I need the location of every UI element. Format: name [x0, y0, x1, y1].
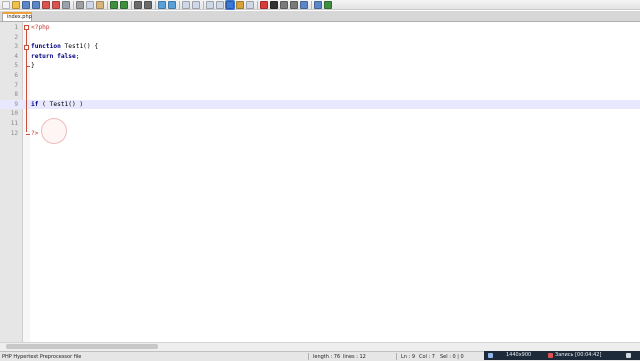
toolbar-separator: [155, 0, 156, 9]
line-number: 1: [14, 24, 18, 31]
toolbar-separator: [311, 0, 312, 9]
user-language-icon[interactable]: [236, 0, 244, 9]
toolbar-separator: [73, 0, 74, 9]
save-icon[interactable]: [22, 0, 30, 9]
code-text: function Test1() {: [31, 42, 98, 52]
code-token: <?php: [31, 24, 50, 31]
doc-map-icon[interactable]: [246, 0, 254, 9]
line-number: 8: [14, 91, 18, 99]
line-number: 10: [10, 110, 18, 118]
close-all-icon[interactable]: [52, 0, 60, 9]
code-line[interactable]: 5}: [0, 61, 640, 71]
code-token: function: [31, 43, 61, 51]
toolbar-separator: [257, 0, 258, 9]
code-line[interactable]: 11: [0, 119, 640, 129]
code-text: <?php: [31, 23, 50, 33]
record-icon: [548, 353, 553, 358]
redo-icon[interactable]: [120, 0, 128, 9]
sync-vertical-icon[interactable]: [182, 0, 190, 9]
code-line[interactable]: 4 return false;: [0, 52, 640, 62]
tab-bar: index.php: [0, 11, 640, 22]
record-macro-icon[interactable]: [260, 0, 268, 9]
spell-check-icon[interactable]: [314, 0, 322, 9]
cursor-highlight: [41, 118, 67, 144]
find-icon[interactable]: [134, 0, 142, 9]
open-file-icon[interactable]: [12, 0, 20, 9]
settings-icon[interactable]: [626, 353, 631, 358]
sync-horizontal-icon[interactable]: [192, 0, 200, 9]
line-number: 9: [14, 100, 18, 108]
code-token: Test1() {: [60, 43, 99, 51]
code-line[interactable]: 6: [0, 71, 640, 81]
tab-label: index.php: [7, 14, 32, 20]
code-text: ?>: [31, 129, 38, 139]
copy-icon[interactable]: [86, 0, 94, 9]
new-file-icon[interactable]: [2, 0, 10, 9]
replace-icon[interactable]: [144, 0, 152, 9]
code-text: return false;: [31, 52, 79, 62]
code-line[interactable]: 7: [0, 81, 640, 91]
fold-end-function: [26, 66, 30, 68]
play-macro-icon[interactable]: [280, 0, 288, 9]
print-icon[interactable]: [62, 0, 70, 9]
toolbar-separator: [203, 0, 204, 9]
line-number: 3: [14, 43, 18, 51]
code-line[interactable]: 1 <?php: [0, 23, 640, 33]
code-line[interactable]: 9 if ( Test1() ): [0, 99, 640, 110]
stop-record-icon[interactable]: [270, 0, 278, 9]
main-toolbar: [0, 0, 640, 10]
plugin-icon[interactable]: [324, 0, 332, 9]
status-divider: [308, 353, 309, 360]
code-line[interactable]: 2: [0, 33, 640, 43]
code-token: false: [57, 52, 76, 60]
scrollbar-thumb[interactable]: [6, 344, 158, 349]
toolbar-separator: [107, 0, 108, 9]
fold-box-function[interactable]: [24, 44, 29, 50]
code-token: }: [31, 62, 35, 70]
toolbar-separator: [179, 0, 180, 9]
code-token: ?>: [31, 129, 39, 137]
recording-timer: Запись [00:04:42]: [555, 352, 602, 358]
code-line[interactable]: 12 ?>: [0, 129, 640, 139]
resolution-label: 1440x900: [506, 352, 532, 358]
code-token: ( Test1() ): [38, 100, 84, 108]
zoom-in-icon[interactable]: [158, 0, 166, 9]
code-token: ;: [75, 52, 80, 60]
line-number: 2: [14, 33, 18, 41]
line-number: 5: [14, 62, 18, 70]
recorder-tray: 1440x900 Запись [00:04:42]: [484, 351, 640, 360]
save-macro-icon[interactable]: [300, 0, 308, 9]
close-icon[interactable]: [42, 0, 50, 9]
toolbar-separator: [131, 0, 132, 9]
code-text: if ( Test1() ): [31, 100, 83, 110]
tab-index-php[interactable]: index.php: [2, 12, 32, 21]
line-number: 6: [14, 72, 18, 79]
undo-icon[interactable]: [110, 0, 118, 9]
code-line[interactable]: 3 function Test1() {: [0, 42, 640, 52]
monitor-icon: [488, 353, 493, 358]
show-all-chars-icon[interactable]: [216, 0, 224, 9]
save-all-icon[interactable]: [32, 0, 40, 9]
line-number: 4: [14, 52, 18, 60]
status-divider: [396, 353, 397, 360]
indent-guide-icon[interactable]: [225, 0, 235, 10]
paste-icon[interactable]: [96, 0, 104, 9]
play-multiple-icon[interactable]: [290, 0, 298, 9]
line-number: 12: [10, 129, 18, 137]
code-editor[interactable]: 1 <?php 2 3 function Test1() { 4 return false;…: [0, 22, 640, 342]
code-line[interactable]: 10: [0, 109, 640, 119]
horizontal-scrollbar[interactable]: [0, 342, 640, 351]
line-number: 7: [14, 81, 18, 89]
cut-icon[interactable]: [76, 0, 84, 9]
code-text: }: [31, 61, 35, 71]
zoom-out-icon[interactable]: [168, 0, 176, 9]
code-line[interactable]: 8: [0, 90, 640, 100]
code-token: return: [31, 52, 54, 60]
line-number: 11: [10, 120, 18, 127]
fold-end-php: [26, 133, 30, 135]
word-wrap-icon[interactable]: [206, 0, 214, 9]
